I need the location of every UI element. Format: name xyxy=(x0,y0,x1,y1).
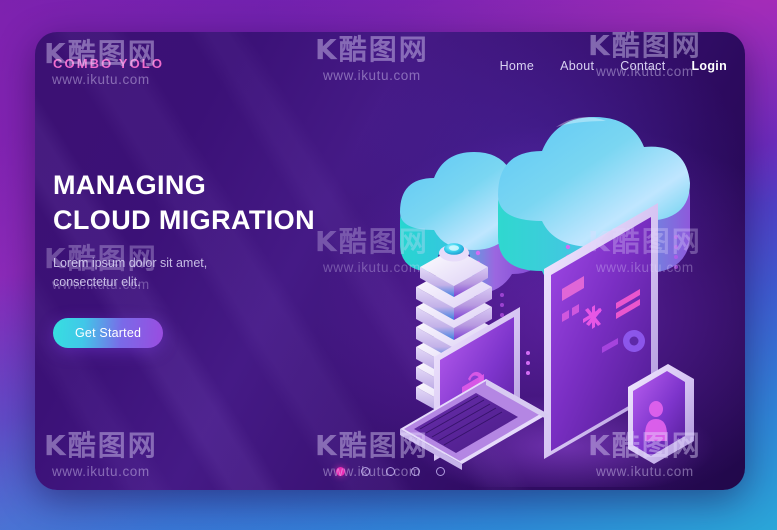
subtitle-line-1: Lorem ipsum dolor sit amet, xyxy=(53,256,208,271)
pager-dot-5[interactable] xyxy=(435,467,445,476)
hero-copy-block: MANAGING CLOUD MIGRATION Lorem ipsum dol… xyxy=(53,168,383,348)
brand-logo[interactable]: COMBO YOLO xyxy=(53,56,164,71)
get-started-button[interactable]: Get Started xyxy=(53,317,164,348)
cloud-migration-illustration xyxy=(380,57,730,487)
pager-dot-1[interactable] xyxy=(335,467,345,476)
page-title: MANAGING CLOUD MIGRATION xyxy=(53,168,383,238)
pager-dot-3[interactable] xyxy=(385,467,395,476)
carousel-pagination xyxy=(35,467,745,476)
hero-card: COMBO YOLO Home About Contact Login MANA… xyxy=(35,32,745,490)
subtitle-line-2: consectetur elit. xyxy=(53,274,141,289)
headline-line-1: MANAGING xyxy=(53,170,207,200)
pager-dot-2[interactable] xyxy=(360,467,370,476)
pager-dot-4[interactable] xyxy=(410,467,420,476)
hero-subtitle: Lorem ipsum dolor sit amet, consectetur … xyxy=(53,254,283,292)
headline-line-2: CLOUD MIGRATION xyxy=(53,205,315,236)
